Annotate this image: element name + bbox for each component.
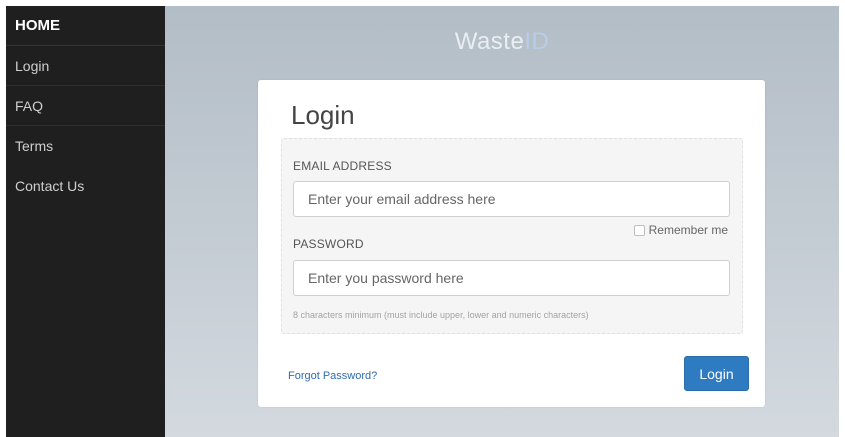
login-title: Login bbox=[291, 100, 355, 130]
login-form-panel: EMAIL ADDRESS Remember me PASSWORD 8 cha… bbox=[281, 138, 743, 334]
remember-label: Remember me bbox=[648, 223, 728, 237]
sidebar: HOME Login FAQ Terms Contact Us bbox=[6, 6, 165, 437]
brand-suffix: ID bbox=[524, 28, 550, 55]
sidebar-item-home[interactable]: HOME bbox=[6, 6, 165, 46]
remember-checkbox[interactable] bbox=[633, 224, 645, 236]
remember-me[interactable]: Remember me bbox=[633, 223, 728, 237]
forgot-password-link[interactable]: Forgot Password? bbox=[288, 370, 377, 382]
password-field[interactable] bbox=[293, 260, 730, 296]
password-hint: 8 characters minimum (must include upper… bbox=[293, 310, 589, 320]
main-content: WasteID Login EMAIL ADDRESS Remember me … bbox=[165, 6, 839, 437]
page-frame: HOME Login FAQ Terms Contact Us WasteID … bbox=[0, 0, 845, 437]
sidebar-item-faq[interactable]: FAQ bbox=[6, 86, 165, 126]
email-field[interactable] bbox=[293, 181, 730, 217]
login-button[interactable]: Login bbox=[684, 356, 749, 391]
sidebar-item-contact-us[interactable]: Contact Us bbox=[6, 166, 165, 206]
sidebar-item-login[interactable]: Login bbox=[6, 46, 165, 86]
sidebar-item-terms[interactable]: Terms bbox=[6, 126, 165, 166]
login-card: Login EMAIL ADDRESS Remember me PASSWORD… bbox=[258, 80, 765, 407]
password-label: PASSWORD bbox=[293, 237, 364, 251]
email-label: EMAIL ADDRESS bbox=[293, 159, 392, 173]
brand-prefix: Waste bbox=[454, 28, 525, 55]
brand-logo: WasteID bbox=[165, 28, 839, 56]
